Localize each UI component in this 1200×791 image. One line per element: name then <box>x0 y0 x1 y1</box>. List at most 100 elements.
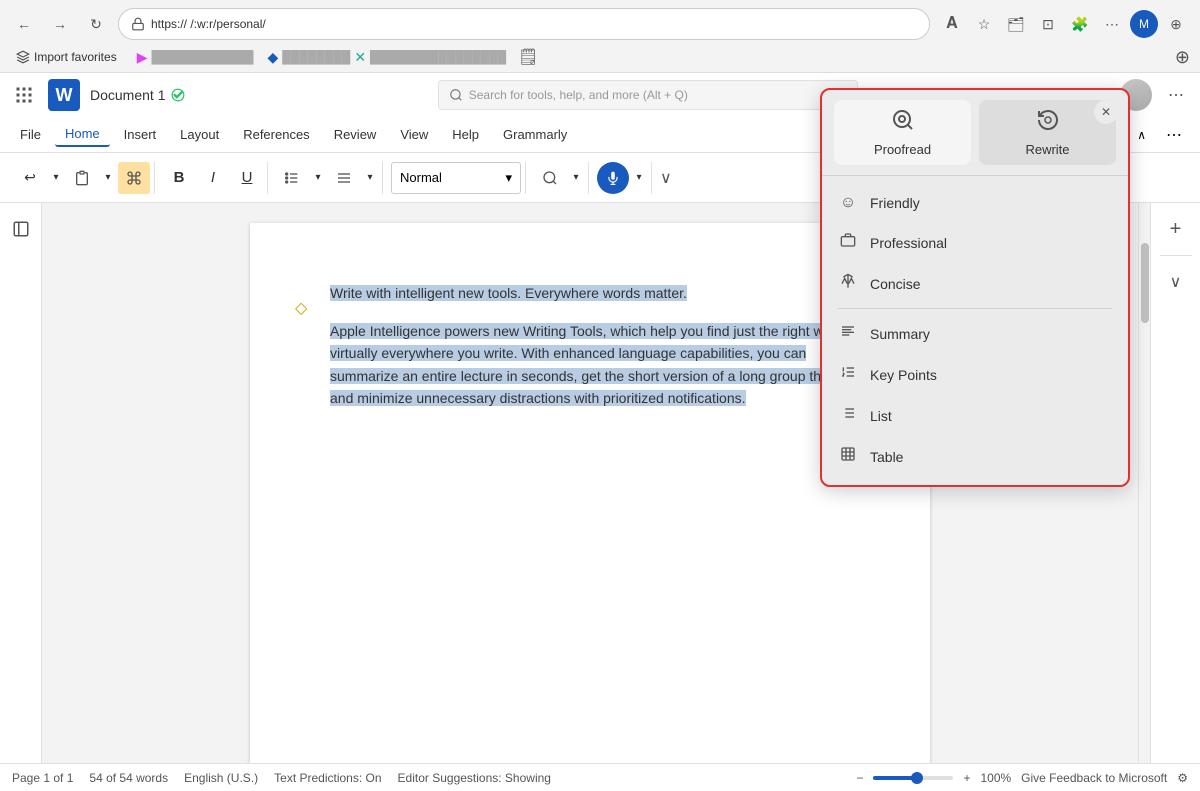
find-button[interactable] <box>534 162 566 194</box>
bullets-button[interactable] <box>276 162 308 194</box>
menu-item-friendly[interactable]: ☺ Friendly <box>822 184 1128 222</box>
style-group: Normal ▾ <box>387 162 526 194</box>
style-dropdown[interactable]: Normal ▾ <box>391 162 521 194</box>
menu-view[interactable]: View <box>390 123 438 146</box>
popup-close-button[interactable]: ✕ <box>1094 100 1118 124</box>
format-painter-button[interactable] <box>118 162 150 194</box>
find-dropdown[interactable]: ▾ <box>568 162 584 194</box>
app-grid-button[interactable] <box>10 81 38 109</box>
underline-button[interactable]: U <box>231 162 263 194</box>
undo-dropdown[interactable]: ▾ <box>48 162 64 194</box>
zoom-in-button[interactable]: + <box>963 771 970 785</box>
proofread-tab[interactable]: Proofread <box>834 100 971 165</box>
bookmark-text-2: ████████ <box>282 50 350 64</box>
search-bar[interactable]: Search for tools, help, and more (Alt + … <box>438 80 858 110</box>
bullets-dropdown[interactable]: ▾ <box>310 162 326 194</box>
doc-title-text: Document 1 <box>90 87 165 103</box>
forward-button[interactable]: → <box>46 10 74 38</box>
search-icon <box>449 88 463 102</box>
toolbar-expand-btn[interactable]: ∨ <box>660 168 672 188</box>
more-options-button[interactable]: ⋯ <box>1162 81 1190 109</box>
search-group: ▾ <box>530 162 589 194</box>
menu-help[interactable]: Help <box>442 123 489 146</box>
word-logo: W <box>48 79 80 111</box>
undo-button[interactable]: ↩ <box>14 162 46 194</box>
menu-item-key-points[interactable]: Key Points <box>822 354 1128 395</box>
menu-item-concise[interactable]: Concise <box>822 263 1128 304</box>
favorites-button[interactable]: ☆ <box>970 10 998 38</box>
scrollbar-thumb[interactable] <box>1141 243 1149 323</box>
pink-bookmark-icon: ▶ <box>137 49 148 66</box>
zoom-out-button[interactable]: − <box>856 771 863 785</box>
zoom-slider[interactable] <box>873 776 953 780</box>
heading-block: Write with intelligent new tools. Everyw… <box>330 283 860 304</box>
read-aloud-button[interactable]: 𝐀 <box>938 10 966 38</box>
zoom-button[interactable]: ⊕ <box>1162 10 1190 38</box>
vertical-scrollbar[interactable] <box>1138 203 1150 763</box>
profile-button[interactable]: M <box>1130 10 1158 38</box>
key-points-label: Key Points <box>870 367 937 383</box>
menu-item-professional[interactable]: Professional <box>822 222 1128 263</box>
popup-menu: ☺ Friendly Professional Concise <box>822 176 1128 485</box>
status-bar: Page 1 of 1 54 of 54 words English (U.S.… <box>0 763 1200 791</box>
back-button[interactable]: ← <box>10 10 38 38</box>
menu-layout[interactable]: Layout <box>170 123 229 146</box>
rewrite-icon <box>1036 108 1060 138</box>
bookmark-text-1: ████████████ <box>151 50 253 64</box>
list-svg-icon <box>840 405 856 421</box>
refresh-button[interactable]: ↻ <box>82 10 110 38</box>
professional-label: Professional <box>870 235 947 251</box>
grammarly-popup: ✕ Proofread Rewrite ☺ Friendly <box>820 88 1130 487</box>
menu-file[interactable]: File <box>10 123 51 146</box>
right-panel: + ∨ <box>1150 203 1200 763</box>
menu-home[interactable]: Home <box>55 122 110 147</box>
doc-title-area: Document 1 <box>90 87 185 103</box>
align-dropdown[interactable]: ▾ <box>362 162 378 194</box>
collections-button[interactable]: 🗂 <box>1002 10 1030 38</box>
menu-references[interactable]: References <box>233 123 319 146</box>
paragraph-marker: ◇ <box>295 298 307 318</box>
more-button[interactable]: ⋯ <box>1098 10 1126 38</box>
style-label: Normal <box>400 170 442 185</box>
settings-button[interactable]: ⚙ <box>1177 771 1188 785</box>
menu-divider <box>838 308 1112 309</box>
menu-grammarly[interactable]: Grammarly <box>493 123 577 146</box>
bold-button[interactable]: B <box>163 162 195 194</box>
import-icon <box>16 50 30 64</box>
menu-item-list[interactable]: List <box>822 395 1128 436</box>
add-panel-button[interactable]: + <box>1160 213 1192 245</box>
cloud-sync-icon <box>171 88 185 102</box>
bookmark-pink[interactable]: ▶ ████████████ <box>131 47 260 68</box>
menu-item-summary[interactable]: Summary <box>822 313 1128 354</box>
more-ribbon-btn[interactable]: ⋯ <box>1158 121 1190 149</box>
menu-insert[interactable]: Insert <box>114 123 167 146</box>
browser-chrome: ← → ↻ https:// /:w:r/personal/ 𝐀 ☆ 🗂 ⊡ 🧩… <box>0 0 1200 73</box>
popup-header: Proofread Rewrite <box>822 90 1128 176</box>
rewrite-label: Rewrite <box>1025 142 1069 157</box>
balance-icon <box>840 273 856 289</box>
clipboard-button[interactable] <box>66 162 98 194</box>
new-tab-btn[interactable]: 🗒 <box>518 47 538 67</box>
menu-item-table[interactable]: Table <box>822 436 1128 477</box>
url-text: https:// /:w:r/personal/ <box>151 17 266 31</box>
align-button[interactable] <box>328 162 360 194</box>
mic-icon <box>606 171 620 185</box>
split-view-button[interactable]: ⊡ <box>1034 10 1062 38</box>
italic-button[interactable]: I <box>197 162 229 194</box>
mic-dropdown[interactable]: ▾ <box>631 162 647 194</box>
extensions-button[interactable]: 🧩 <box>1066 10 1094 38</box>
down-panel-button[interactable]: ∨ <box>1160 266 1192 298</box>
import-favorites-btn[interactable]: Import favorites <box>10 48 123 66</box>
table-svg-icon <box>840 446 856 462</box>
sidebar-toggle-button[interactable] <box>5 213 37 245</box>
proofread-svg <box>891 108 915 132</box>
menu-review[interactable]: Review <box>324 123 387 146</box>
search-globe-btn[interactable]: ⊕ <box>1175 47 1190 68</box>
undo-group: ↩ ▾ ▾ <box>10 162 155 194</box>
mic-button[interactable] <box>597 162 629 194</box>
clipboard-dropdown[interactable]: ▾ <box>100 162 116 194</box>
collapse-ribbon-btn[interactable]: ∧ <box>1129 124 1154 146</box>
address-bar[interactable]: https:// /:w:r/personal/ <box>118 8 930 40</box>
feedback-button[interactable]: Give Feedback to Microsoft <box>1021 771 1167 785</box>
bullets-icon <box>284 170 300 186</box>
